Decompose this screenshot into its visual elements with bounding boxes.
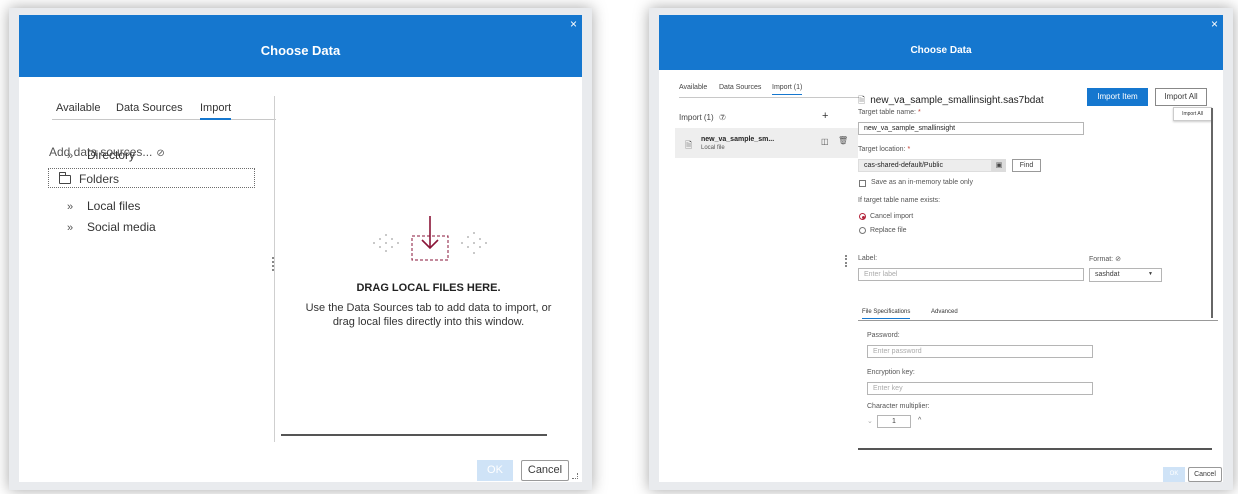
import-file-item[interactable]: 🗎 new_va_sample_sm... Local file ◫ 🗑 [675, 128, 858, 158]
drop-files-icon [373, 216, 487, 261]
required-marker: * [907, 146, 911, 153]
vertical-scrollbar[interactable] [1211, 108, 1213, 318]
source-local-files[interactable]: » Local files [67, 199, 140, 213]
import-all-button[interactable]: Import All [1155, 88, 1207, 106]
drop-zone-title: DRAG LOCAL FILES HERE. [356, 282, 501, 294]
delete-icon[interactable]: 🗑 [838, 136, 848, 145]
splitter-handle[interactable] [845, 255, 847, 267]
help-icon[interactable]: ⊘ [1115, 256, 1121, 263]
dialog-body: Available Data Sources Import (1) Import… [659, 70, 1223, 482]
tab-import[interactable]: Import (1) [772, 84, 803, 95]
dialog-title: Choose Data [910, 45, 972, 56]
char-multiplier-stepper[interactable]: ⌄ 1 ^ [867, 415, 947, 428]
required-marker: * [917, 109, 921, 116]
import-all-tooltip: Import All [1173, 107, 1212, 121]
horizontal-scrollbar[interactable] [281, 434, 547, 436]
dialog-header: Choose Data × [19, 15, 582, 77]
char-multiplier-value[interactable]: 1 [877, 415, 911, 428]
source-social-media[interactable]: » Social media [67, 220, 156, 234]
encryption-key-input[interactable]: Enter key [867, 382, 1093, 395]
ok-button[interactable]: OK [477, 460, 513, 481]
chevron-right-icon: » [67, 201, 74, 213]
source-folders[interactable]: Folders [48, 168, 255, 188]
label-input[interactable]: Enter label [858, 268, 1084, 281]
char-multiplier-label: Character multiplier: [867, 403, 930, 410]
caret-down-icon: ▼ [1148, 271, 1153, 277]
spec-tabs: File Specifications Advanced [858, 307, 1218, 321]
label-text: Target table name: [858, 109, 916, 116]
resize-grip-icon[interactable] [572, 473, 578, 479]
folder-icon [58, 172, 71, 184]
cancel-import-label: Cancel import [870, 213, 914, 220]
target-location-field: cas-shared-default/Public [858, 159, 992, 172]
file-title-text: new_va_sample_smallinsight.sas7bdat [870, 95, 1044, 106]
chevron-right-icon: » [67, 222, 74, 234]
in-memory-checkbox[interactable] [859, 180, 866, 187]
in-memory-label: Save as an in-memory table only [871, 179, 973, 186]
import-list-heading: Import (1) ⑦ [679, 113, 726, 122]
help-icon[interactable]: ⊘ [156, 148, 164, 159]
replace-file-label: Replace file [870, 227, 907, 234]
tab-advanced[interactable]: Advanced [931, 309, 958, 315]
add-icon[interactable]: + [822, 110, 828, 122]
format-value: sashdat [1095, 271, 1120, 278]
label-text: Target location: [858, 146, 906, 153]
tab-file-specifications[interactable]: File Specifications [862, 309, 911, 319]
cancel-button[interactable]: Cancel [521, 460, 569, 481]
horizontal-scrollbar[interactable] [858, 448, 1212, 450]
choose-data-dialog-empty: Choose Data × Available Data Sources Imp… [9, 8, 592, 490]
password-label: Password: [867, 332, 900, 339]
file-type: Local file [701, 145, 725, 151]
source-directory[interactable]: » Directory [67, 148, 135, 162]
source-label: Local files [87, 199, 141, 213]
tab-import[interactable]: Import [200, 102, 232, 120]
target-table-input[interactable]: new_va_sample_smallinsight [858, 122, 1084, 135]
source-label: Folders [79, 172, 120, 186]
password-input[interactable]: Enter password [867, 345, 1093, 358]
source-tabs: Available Data Sources Import (1) [679, 82, 859, 98]
label-text: Format: [1089, 256, 1114, 263]
drop-zone-hint: Use the Data Sources tab to add data to … [305, 302, 552, 328]
document-icon: 🗎 [858, 95, 866, 105]
close-icon[interactable]: × [1211, 18, 1218, 30]
drop-zone[interactable]: DRAG LOCAL FILES HERE. Use the Data Sour… [275, 96, 582, 442]
format-select[interactable]: sashdat ▼ [1089, 268, 1162, 282]
tab-available[interactable]: Available [679, 84, 707, 91]
tab-data-sources[interactable]: Data Sources [116, 102, 183, 114]
import-item-button[interactable]: Import Item [1087, 88, 1148, 106]
encryption-key-label: Encryption key: [867, 369, 915, 376]
details-icon[interactable]: ◫ [821, 137, 829, 146]
source-label: Directory [87, 148, 136, 162]
source-tabs: Available Data Sources Import [52, 99, 276, 120]
choose-data-dialog-import: Choose Data × Available Data Sources Imp… [649, 8, 1233, 490]
increment-icon[interactable]: ^ [918, 417, 921, 424]
tab-data-sources[interactable]: Data Sources [719, 84, 761, 91]
location-picker-icon[interactable]: ▣ [992, 159, 1006, 172]
source-label: Social media [87, 220, 156, 234]
dialog-header: Choose Data × [659, 15, 1223, 70]
dialog-title: Choose Data [260, 43, 341, 58]
cancel-import-radio[interactable] [859, 213, 866, 220]
import-file-title: 🗎 new_va_sample_smallinsight.sas7bdat [858, 93, 1044, 109]
tab-available[interactable]: Available [56, 102, 100, 114]
target-table-label: Target table name: * [858, 109, 921, 116]
import-count-label: Import (1) [679, 113, 714, 122]
chevron-right-icon: » [67, 150, 74, 162]
cancel-button[interactable]: Cancel [1188, 467, 1222, 482]
target-location-label: Target location: * [858, 146, 910, 153]
format-label: Format: ⊘ [1089, 255, 1121, 263]
table-exists-label: If target table name exists: [858, 197, 941, 204]
replace-file-radio[interactable] [859, 227, 866, 234]
decrement-icon[interactable]: ⌄ [867, 417, 873, 425]
file-name: new_va_sample_sm... [701, 136, 775, 143]
ok-button[interactable]: OK [1163, 467, 1185, 482]
find-button[interactable]: Find [1012, 159, 1041, 172]
splitter-handle[interactable] [272, 257, 274, 271]
label-field-label: Label: [858, 255, 878, 262]
document-icon: 🗎 [685, 140, 693, 150]
close-icon[interactable]: × [570, 18, 577, 30]
help-icon[interactable]: ⑦ [719, 113, 726, 122]
dialog-body: Available Data Sources Import Add data s… [19, 77, 582, 482]
